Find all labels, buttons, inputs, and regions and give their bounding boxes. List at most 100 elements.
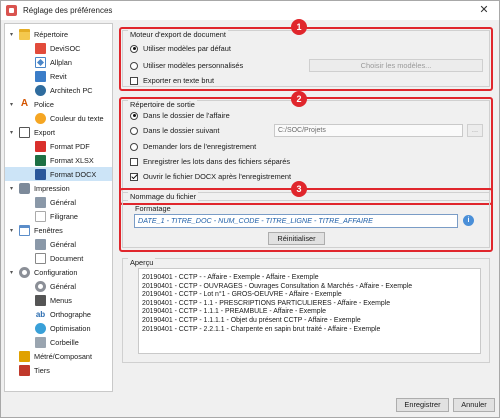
badge-1: 1 (291, 19, 307, 35)
sidebar-item-fenetres[interactable]: ▾ Fenêtres (5, 223, 112, 237)
settings-panel: Moteur d'export de document 1 Utiliser m… (118, 19, 498, 392)
radio-custom-folder-label: Dans le dossier suivant (143, 126, 220, 135)
sidebar-item-menus[interactable]: Menus (5, 293, 112, 307)
expand-toggle-icon[interactable]: ▾ (8, 101, 15, 108)
sidebar-item-configuration[interactable]: ▾ Configuration (5, 265, 112, 279)
preview-line: 20190401 - CCTP - 1.1.1 - PREAMBULE - Af… (142, 308, 326, 316)
sidebar-item-impression[interactable]: ▾ Impression (5, 181, 112, 195)
docx-icon (35, 168, 46, 180)
sidebar-item-label: Format XLSX (50, 155, 94, 165)
radio-custom-folder-indicator[interactable] (130, 126, 138, 135)
expand-toggle-icon[interactable]: ▾ (8, 269, 15, 276)
badge-2: 2 (291, 91, 307, 107)
gear-icon (35, 280, 46, 292)
sidebar-item-label: Fenêtres (34, 225, 63, 235)
sidebar-item-revit[interactable]: Revit (5, 69, 112, 83)
sidebar-item-format-xlsx[interactable]: Format XLSX (5, 153, 112, 167)
sidebar-item-optimisation[interactable]: Optimisation (5, 321, 112, 335)
radio-ask-on-save[interactable]: Demander lors de l'enregistrement (130, 142, 256, 151)
format-input[interactable]: DATE_1 - TITRE_DOC - NUM_CODE - TITRE_LI… (134, 214, 458, 228)
xlsx-icon (35, 154, 46, 166)
radio-project-folder[interactable]: Dans le dossier de l'affaire (130, 111, 230, 120)
spellcheck-icon: ab (35, 308, 46, 320)
expand-toggle-icon[interactable]: ▾ (8, 129, 15, 136)
sidebar-item-devisoc[interactable]: DeviSOC (5, 41, 112, 55)
preview-list: 20190401 - CCTP - - Affaire - Exemple - … (138, 268, 481, 354)
palette-icon (35, 112, 46, 124)
expand-toggle-icon[interactable]: ▾ (8, 185, 15, 192)
info-icon[interactable]: i (463, 215, 474, 226)
trash-icon (35, 336, 46, 348)
sidebar-item-architech-pc[interactable]: Architech PC (5, 83, 112, 97)
expand-toggle-icon[interactable]: ▾ (8, 31, 15, 38)
sidebar-item-label: Répertoire (34, 29, 69, 39)
reset-format-button[interactable]: Réinitialiser (268, 232, 325, 245)
radio-ask-on-save-indicator[interactable] (130, 142, 138, 151)
choose-models-button[interactable]: Choisir les modèles... (309, 59, 483, 72)
sidebar-item-general[interactable]: Général (5, 279, 112, 293)
radio-ask-on-save-label: Demander lors de l'enregistrement (143, 142, 257, 151)
sidebar-item-general[interactable]: Général (5, 195, 112, 209)
preview-line: 20190401 - CCTP - - Affaire - Exemple - … (142, 274, 319, 281)
sidebar-item-allplan[interactable]: Allplan (5, 55, 112, 69)
radio-custom-models-indicator[interactable] (130, 61, 138, 70)
menu-icon (35, 294, 46, 306)
sidebar-item-label: Police (34, 99, 54, 109)
sidebar-item-orthographe[interactable]: ab Orthographe (5, 307, 112, 321)
sidebar-item-corbeille[interactable]: Corbeille (5, 335, 112, 349)
sidebar-item-label: Métré/Composant (34, 351, 92, 361)
sidebar-item-label: Tiers (34, 365, 50, 375)
sidebar-item-label: Couleur du texte (50, 113, 104, 123)
radio-custom-folder[interactable]: Dans le dossier suivant (130, 126, 219, 135)
preferences-tree[interactable]: ▾ Répertoire DeviSOC Allplan Revit Architech … (4, 23, 113, 392)
title-bar: Réglage des préférences ✕ (1, 1, 499, 20)
open-after-save-box[interactable] (130, 172, 138, 181)
preview-line: 20190401 - CCTP - Lot n°1 - GROS-OEUVRE … (142, 291, 342, 299)
sidebar-item-general[interactable]: Général (5, 237, 112, 251)
sidebar-item-format-docx[interactable]: Format DOCX (5, 167, 112, 181)
revit-icon (35, 70, 46, 82)
radio-custom-models[interactable]: Utiliser modèles personnalisés (130, 61, 243, 70)
save-button[interactable]: Enregistrer (396, 398, 449, 412)
devisoc-icon (35, 42, 46, 54)
badge-3: 3 (291, 181, 307, 197)
sidebar-item-export[interactable]: ▾ Export (5, 125, 112, 139)
open-after-save-checkbox[interactable]: Ouvrir le fichier DOCX après l'enregistr… (130, 172, 291, 181)
watermark-icon (35, 210, 46, 222)
expand-toggle-icon[interactable]: ▾ (8, 227, 15, 234)
browse-folder-button[interactable]: ... (467, 124, 483, 137)
plain-text-label: Exporter en texte brut (143, 76, 215, 85)
sidebar-item-label: Allplan (50, 57, 72, 67)
sidebar-item-metre-composant[interactable]: Métré/Composant (5, 349, 112, 363)
open-after-save-label: Ouvrir le fichier DOCX après l'enregistr… (143, 172, 292, 181)
optimization-icon (35, 322, 46, 334)
radio-project-folder-indicator[interactable] (130, 111, 138, 120)
radio-default-models-label: Utiliser modèles par défaut (143, 44, 231, 53)
sidebar-item-label: Revit (50, 71, 67, 81)
sidebar-item-tiers[interactable]: Tiers (5, 363, 112, 377)
format-label: Formatage (135, 204, 171, 213)
radio-default-models[interactable]: Utiliser modèles par défaut (130, 44, 231, 53)
plain-text-checkbox-box[interactable] (130, 76, 138, 85)
sidebar-item-couleur-du-texte[interactable]: Couleur du texte (5, 111, 112, 125)
close-icon[interactable]: ✕ (469, 1, 499, 20)
sidebar-item-filigrane[interactable]: Filigrane (5, 209, 112, 223)
plain-text-checkbox[interactable]: Exporter en texte brut (130, 76, 214, 85)
sidebar-item-label: Impression (34, 183, 70, 193)
sidebar-item-police[interactable]: ▾ A Police (5, 97, 112, 111)
cancel-button[interactable]: Annuler (453, 398, 495, 412)
sidebar-item-format-pdf[interactable]: Format PDF (5, 139, 112, 153)
save-lots-separately-box[interactable] (130, 157, 138, 166)
preview-line: 20190401 - CCTP - 2.2.1.1 - Charpente en… (142, 325, 381, 333)
save-lots-separately-label: Enregistrer les lots dans des fichiers s… (143, 157, 291, 166)
preview-line: 20190401 - CCTP - 1.1 - PRESCRIPTIONS PA… (142, 299, 391, 307)
export-icon (19, 126, 30, 138)
radio-default-models-indicator[interactable] (130, 44, 138, 53)
save-lots-separately-checkbox[interactable]: Enregistrer les lots dans des fichiers s… (130, 157, 290, 166)
sidebar-item-label: Format PDF (50, 141, 90, 151)
sidebar-item-document[interactable]: Document (5, 251, 112, 265)
sidebar-item-label: Menus (50, 295, 72, 305)
sidebar-item-repertoire[interactable]: ▾ Répertoire (5, 27, 112, 41)
output-folder-input[interactable]: C:/SOC/Projets (274, 124, 463, 137)
sidebar-item-label: Document (50, 253, 84, 263)
